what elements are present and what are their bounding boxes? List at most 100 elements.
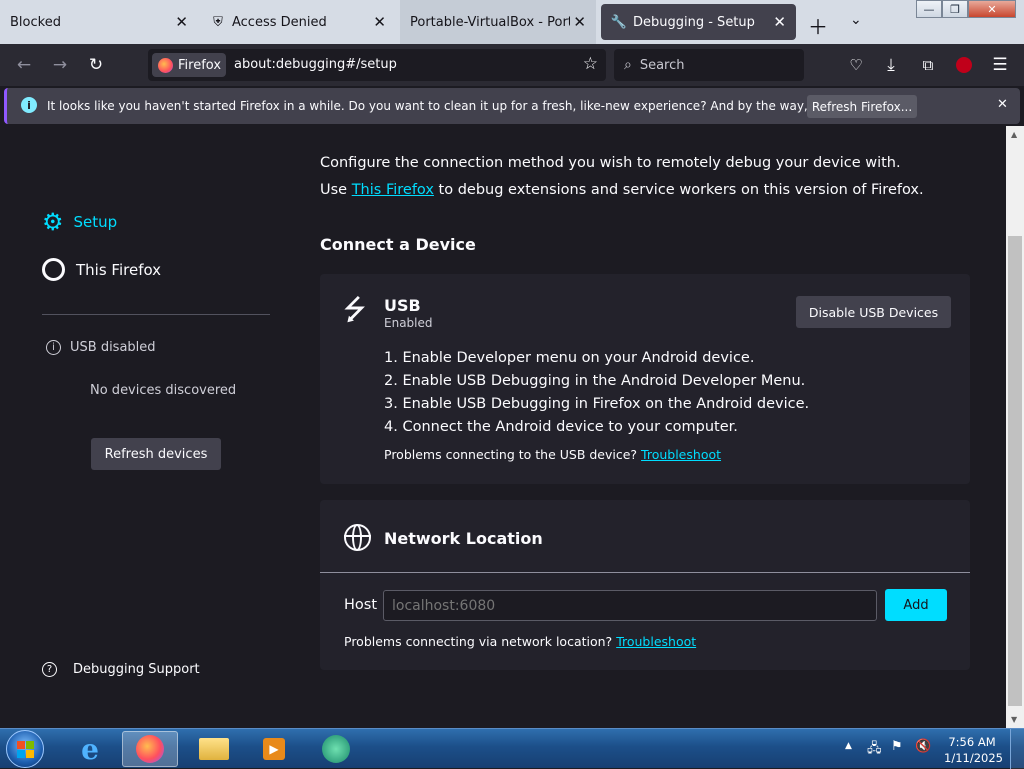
- network-title: Network Location: [384, 529, 543, 548]
- ublock-icon[interactable]: [954, 55, 974, 75]
- identity-label: Firefox: [178, 57, 222, 73]
- this-firefox-link[interactable]: This Firefox: [352, 182, 434, 198]
- media-player-taskbar-icon[interactable]: ▶: [246, 731, 302, 767]
- usb-status: i USB disabled: [46, 340, 156, 355]
- url-bar[interactable]: Firefox about:debugging#/setup ☆: [148, 49, 606, 81]
- explorer-taskbar-icon[interactable]: [186, 731, 242, 767]
- no-devices-text: No devices discovered: [90, 383, 237, 398]
- host-label: Host: [344, 597, 378, 613]
- app-taskbar-icon[interactable]: [308, 731, 364, 767]
- show-desktop-button[interactable]: [1010, 729, 1024, 769]
- tab-label: Access Denied: [232, 14, 327, 30]
- list-item: 3. Enable USB Debugging in Firefox on th…: [384, 396, 810, 412]
- chevron-down-icon[interactable]: ⌄: [850, 12, 862, 28]
- sidebar-item-this-firefox[interactable]: This Firefox: [42, 258, 161, 281]
- usb-title: USB: [384, 296, 421, 315]
- list-item: 4. Connect the Android device to your co…: [384, 419, 738, 435]
- back-icon[interactable]: ←: [14, 55, 34, 75]
- firefox-taskbar-icon[interactable]: [122, 731, 178, 767]
- list-item: 2. Enable USB Debugging in the Android D…: [384, 373, 806, 389]
- pocket-icon[interactable]: ♡: [846, 55, 866, 75]
- network-problem: Problems connecting via network location…: [344, 634, 696, 649]
- notification-text: It looks like you haven't started Firefo…: [47, 99, 903, 113]
- firefox-logo-icon: [42, 258, 65, 281]
- usb-problem: Problems connecting to the USB device? T…: [384, 447, 721, 462]
- tray-expand-icon[interactable]: ▲: [845, 741, 852, 751]
- usb-icon: ⭍: [343, 293, 367, 326]
- window-controls: — ❐ ✕: [916, 0, 1016, 18]
- network-problem-text: Problems connecting via network location…: [344, 634, 613, 649]
- tab-label: Portable-VirtualBox - Portable: [410, 14, 570, 30]
- sidebar-item-label: Setup: [73, 213, 118, 231]
- tab-blocked[interactable]: Blocked ✕: [0, 0, 198, 44]
- close-icon[interactable]: ✕: [997, 97, 1008, 112]
- add-button[interactable]: Add: [885, 589, 947, 621]
- intro-text: Configure the connection method you wish…: [320, 155, 901, 171]
- sidebar-divider: [42, 314, 270, 315]
- search-input[interactable]: ⌕ Search: [614, 49, 804, 81]
- firefox-logo-icon: [158, 57, 173, 73]
- reload-icon[interactable]: ↻: [86, 55, 106, 75]
- scroll-down-icon[interactable]: ▼: [1011, 715, 1017, 724]
- forward-icon[interactable]: →: [50, 55, 70, 75]
- info-icon: i: [21, 97, 37, 113]
- start-button[interactable]: [6, 730, 44, 768]
- maximize-button[interactable]: ❐: [942, 0, 968, 18]
- gear-icon: ⚙: [42, 208, 64, 236]
- search-placeholder: Search: [639, 57, 685, 73]
- identity-box[interactable]: Firefox: [152, 53, 226, 77]
- usb-status-text: Enabled: [384, 316, 433, 330]
- downloads-icon[interactable]: ⤓: [881, 55, 901, 75]
- close-icon[interactable]: ✕: [175, 13, 188, 31]
- volume-muted-icon[interactable]: 🔇: [915, 739, 931, 754]
- bookmark-star-icon[interactable]: ☆: [583, 54, 598, 74]
- usb-problem-text: Problems connecting to the USB device?: [384, 447, 638, 462]
- support-label: Debugging Support: [73, 662, 200, 677]
- close-icon[interactable]: ✕: [373, 13, 386, 31]
- tab-label: Blocked: [10, 14, 61, 30]
- tab-label: Debugging - Setup: [633, 14, 755, 30]
- globe-icon: [344, 524, 371, 551]
- scrollbar-thumb[interactable]: [1008, 236, 1022, 706]
- search-icon: ⌕: [624, 57, 632, 73]
- tab-access-denied[interactable]: ⛨ Access Denied ✕: [200, 0, 396, 44]
- usb-status-label: USB disabled: [70, 340, 156, 355]
- list-item: 1. Enable Developer menu on your Android…: [384, 350, 755, 366]
- scrollbar[interactable]: ▲ ▼: [1006, 126, 1024, 728]
- minimize-button[interactable]: —: [916, 0, 942, 18]
- clock-date: 1/11/2025: [944, 751, 1003, 765]
- tab-strip: Blocked ✕ ⛨ Access Denied ✕ Portable-Vir…: [0, 0, 1024, 44]
- close-window-button[interactable]: ✕: [968, 0, 1016, 18]
- sidebar-item-label: This Firefox: [76, 260, 162, 279]
- extensions-icon[interactable]: ⧉: [918, 55, 938, 75]
- help-icon: ?: [42, 662, 57, 677]
- usb-troubleshoot-link[interactable]: Troubleshoot: [641, 447, 721, 462]
- shield-icon: ⛨: [213, 14, 223, 30]
- flag-icon[interactable]: ⚑: [891, 739, 903, 754]
- intro-text-2: Use This Firefox to debug extensions and…: [320, 182, 924, 198]
- sidebar-item-setup[interactable]: ⚙ Setup: [42, 210, 117, 234]
- taskbar: e ▶ ▲ 🖧 ⚑ 🔇 7:56 AM 1/11/2025: [0, 728, 1024, 769]
- disable-usb-button[interactable]: Disable USB Devices: [796, 296, 951, 328]
- refresh-devices-button[interactable]: Refresh devices: [91, 438, 221, 470]
- close-icon[interactable]: ✕: [573, 13, 586, 31]
- tab-portable-virtualbox[interactable]: Portable-VirtualBox - Portable ✕: [400, 0, 596, 44]
- menu-icon[interactable]: ☰: [990, 55, 1010, 75]
- url-text[interactable]: about:debugging#/setup: [234, 57, 397, 72]
- new-tab-button[interactable]: ＋: [808, 11, 828, 40]
- clock[interactable]: 7:56 AM 1/11/2025: [944, 734, 1003, 766]
- debugging-support-link[interactable]: ? Debugging Support: [42, 662, 200, 677]
- notification-bar: i It looks like you haven't started Fire…: [4, 88, 1020, 124]
- scroll-up-icon[interactable]: ▲: [1011, 130, 1017, 139]
- network-troubleshoot-link[interactable]: Troubleshoot: [616, 634, 696, 649]
- ie-taskbar-icon[interactable]: e: [62, 731, 118, 767]
- network-icon[interactable]: 🖧: [867, 739, 882, 761]
- host-input[interactable]: [383, 590, 877, 621]
- close-icon[interactable]: ✕: [773, 13, 786, 31]
- connect-heading: Connect a Device: [320, 235, 476, 254]
- wrench-icon: 🔧: [610, 14, 628, 30]
- intro-post: to debug extensions and service workers …: [438, 182, 924, 198]
- refresh-firefox-button[interactable]: Refresh Firefox...: [807, 95, 917, 118]
- intro-pre: Use: [320, 182, 348, 198]
- tab-debugging-setup[interactable]: 🔧 Debugging - Setup ✕: [601, 4, 796, 40]
